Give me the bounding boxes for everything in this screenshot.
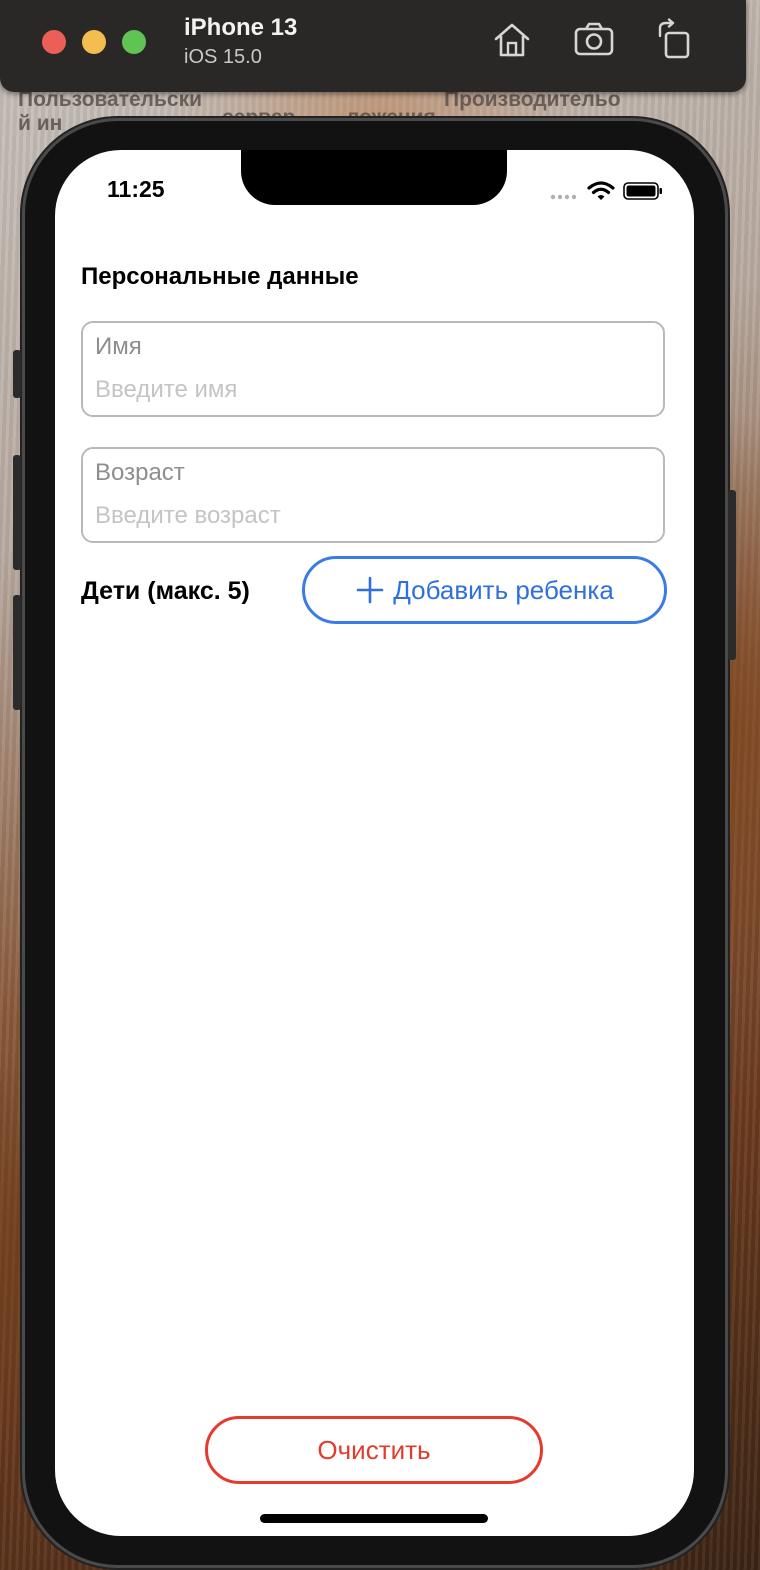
plus-icon [356,576,384,604]
power-button [728,490,736,660]
notch [241,150,507,205]
screenshot-icon [574,22,614,56]
wifi-icon [587,181,615,200]
clear-label: Очистить [317,1434,431,1465]
minimize-window-button[interactable] [82,30,106,54]
phone-screen: 11:25 Персональные данные Имя Возраст Де… [55,150,694,1536]
home-icon [494,23,530,57]
device-name: iPhone 13 [184,14,298,41]
clear-button[interactable]: Очистить [205,1416,543,1484]
name-input[interactable] [95,373,655,407]
children-title: Дети (макс. 5) [81,577,250,605]
volume-up-button [13,455,21,570]
age-field-label: Возраст [95,459,185,486]
volume-down-button [13,595,21,710]
device-os-version: iOS 15.0 [184,46,262,68]
home-indicator [260,1514,488,1523]
screenshot-button[interactable] [572,18,616,62]
silent-switch [13,350,21,398]
age-field: Возраст [81,447,665,543]
home-button[interactable] [490,18,534,62]
simulator-toolbar: iPhone 13 iOS 15.0 [0,0,746,92]
battery-icon [623,182,662,200]
section-title: Персональные данные [81,263,359,290]
status-time: 11:25 [107,176,165,202]
close-window-button[interactable] [42,30,66,54]
add-child-button[interactable]: Добавить ребенка [302,556,667,624]
name-field: Имя [81,321,665,417]
zoom-window-button[interactable] [122,30,146,54]
rotate-button[interactable] [654,18,698,62]
signal-dots-icon [550,194,577,200]
rotate-icon [658,18,690,59]
name-field-label: Имя [95,333,142,360]
add-child-label: Добавить ребенка [393,574,614,605]
age-input[interactable] [95,499,655,533]
